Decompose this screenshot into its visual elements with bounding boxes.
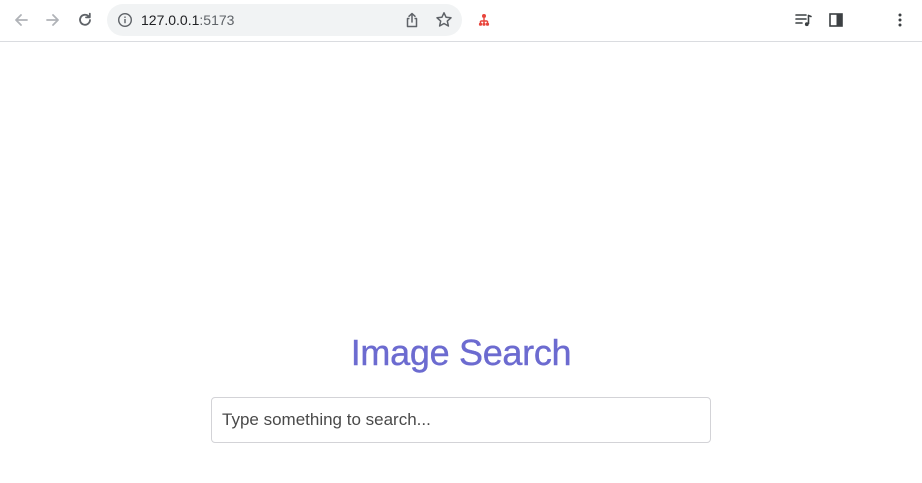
page-content: Image Search (0, 42, 922, 483)
extension-button[interactable] (472, 8, 496, 32)
reload-icon (79, 12, 91, 26)
url-port: :5173 (199, 12, 235, 28)
reload-button[interactable] (73, 8, 97, 32)
search-input[interactable] (211, 397, 711, 443)
url-text[interactable]: 127.0.0.1:5173 (141, 12, 234, 28)
menu-button[interactable] (888, 8, 912, 32)
side-panel-button[interactable] (824, 8, 848, 32)
kebab-menu-icon (898, 13, 902, 27)
media-controls-icon (795, 14, 812, 27)
share-icon[interactable] (403, 11, 421, 29)
side-panel-icon (829, 13, 843, 27)
arrow-right-icon (46, 14, 59, 26)
address-bar[interactable]: 127.0.0.1:5173 (107, 4, 462, 36)
media-controls-button[interactable] (791, 8, 815, 32)
forward-button[interactable] (41, 8, 65, 32)
star-icon[interactable] (434, 10, 454, 30)
page-title: Image Search (350, 332, 572, 373)
info-icon[interactable] (117, 12, 133, 28)
url-host: 127.0.0.1 (141, 12, 200, 28)
browser-toolbar: 127.0.0.1:5173 (0, 0, 922, 42)
back-button[interactable] (9, 8, 33, 32)
arrow-left-icon (15, 14, 28, 26)
extension-icon (478, 14, 490, 26)
